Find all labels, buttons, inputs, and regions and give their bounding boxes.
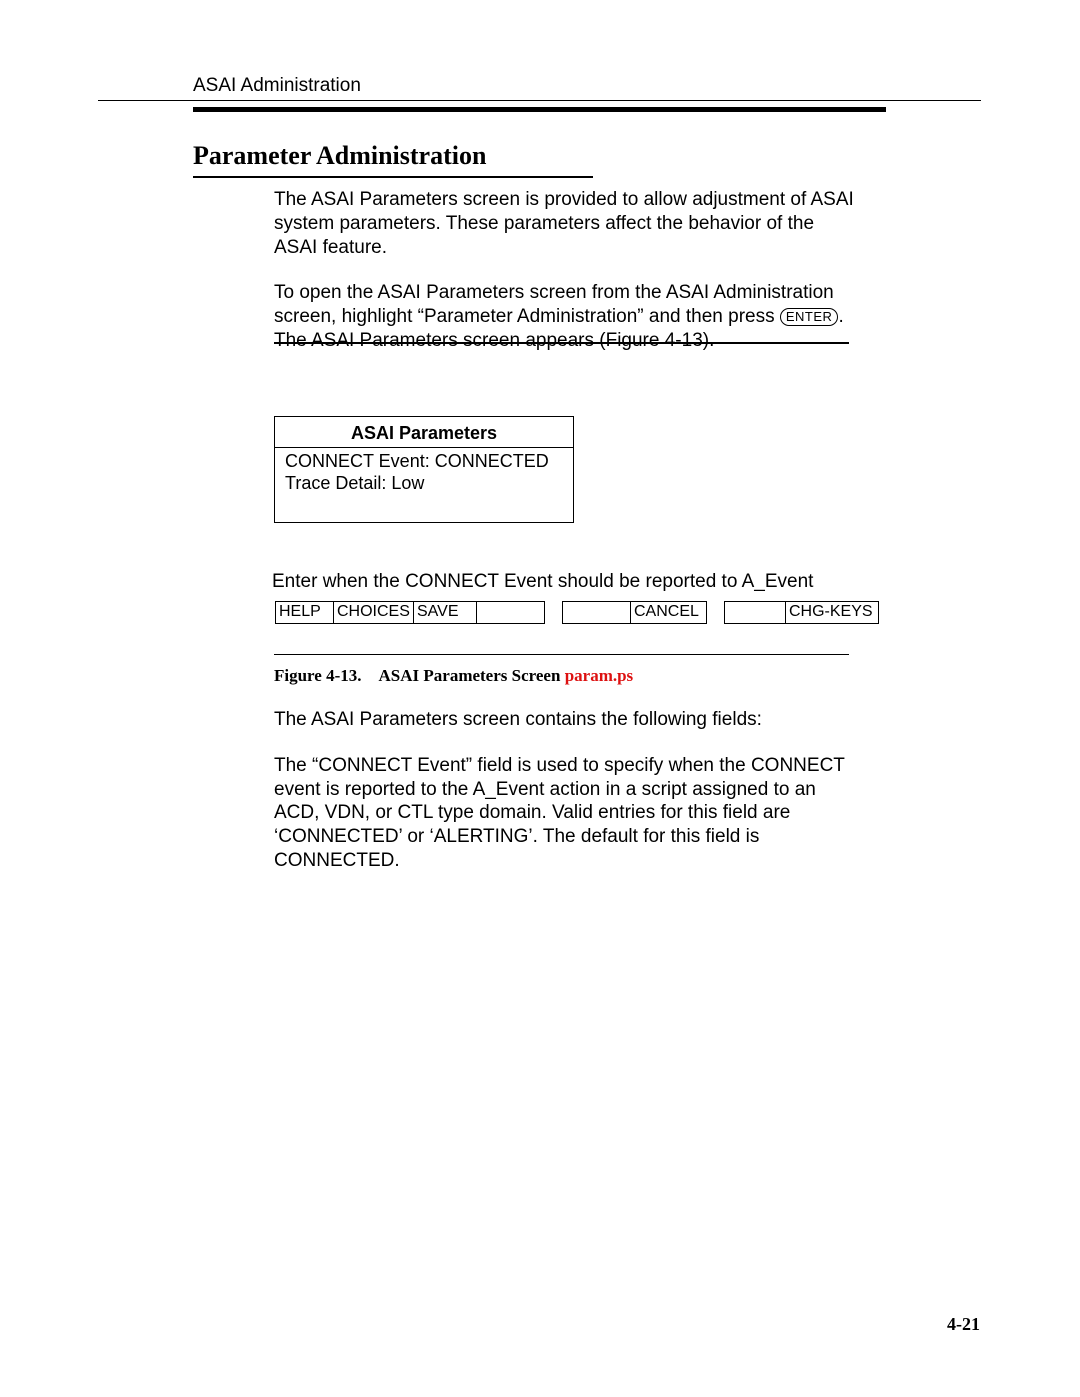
paragraph-2a: To open the ASAI Parameters screen from … (274, 282, 834, 327)
figure-caption-title: ASAI Parameters Screen (379, 666, 561, 685)
param-row-trace-detail: Trace Detail: Low (285, 473, 563, 495)
header-rule-thick (193, 107, 886, 112)
asai-parameters-title: ASAI Parameters (285, 423, 563, 444)
fkey-gap-2 (707, 601, 725, 624)
hint-line: Enter when the CONNECT Event should be r… (272, 571, 813, 593)
fkey-chgkeys[interactable]: CHG-KEYS (786, 601, 879, 624)
fkey-help[interactable]: HELP (275, 601, 334, 624)
section-title-underline (193, 176, 593, 178)
fkey-blank-2 (563, 601, 631, 624)
section-title: Parameter Administration (193, 141, 486, 171)
figure-rule-bottom (274, 654, 849, 655)
figure-caption-link[interactable]: param.ps (565, 666, 633, 685)
figure-rule-top (274, 342, 849, 344)
figure-caption: Figure 4-13. ASAI Parameters Screen para… (274, 666, 633, 686)
param-row-connect-event: CONNECT Event: CONNECTED (285, 451, 563, 473)
header-rule-thin (98, 100, 981, 101)
fkey-save[interactable]: SAVE (414, 601, 477, 624)
function-key-bar: HELP CHOICES SAVE CANCEL CHG-KEYS (275, 601, 879, 624)
enter-key-icon: ENTER (780, 308, 839, 326)
paragraph-3: The ASAI Parameters screen contains the … (274, 708, 854, 732)
asai-parameters-divider (275, 447, 573, 448)
fkey-blank-1 (477, 601, 545, 624)
fkey-cancel[interactable]: CANCEL (631, 601, 707, 624)
running-header: ASAI Administration (193, 75, 361, 97)
body-following: The ASAI Parameters screen contains the … (274, 708, 854, 873)
fkey-gap-1 (545, 601, 563, 624)
paragraph-4: The “CONNECT Event” field is used to spe… (274, 754, 854, 873)
page: ASAI Administration Parameter Administra… (0, 0, 1080, 1397)
paragraph-1: The ASAI Parameters screen is provided t… (274, 188, 854, 259)
page-number: 4-21 (947, 1314, 980, 1335)
fkey-choices[interactable]: CHOICES (334, 601, 414, 624)
figure-caption-label: Figure 4-13. (274, 666, 362, 685)
body-intro: The ASAI Parameters screen is provided t… (274, 188, 854, 353)
asai-parameters-box: ASAI Parameters CONNECT Event: CONNECTED… (274, 416, 574, 523)
fkey-blank-3 (725, 601, 786, 624)
